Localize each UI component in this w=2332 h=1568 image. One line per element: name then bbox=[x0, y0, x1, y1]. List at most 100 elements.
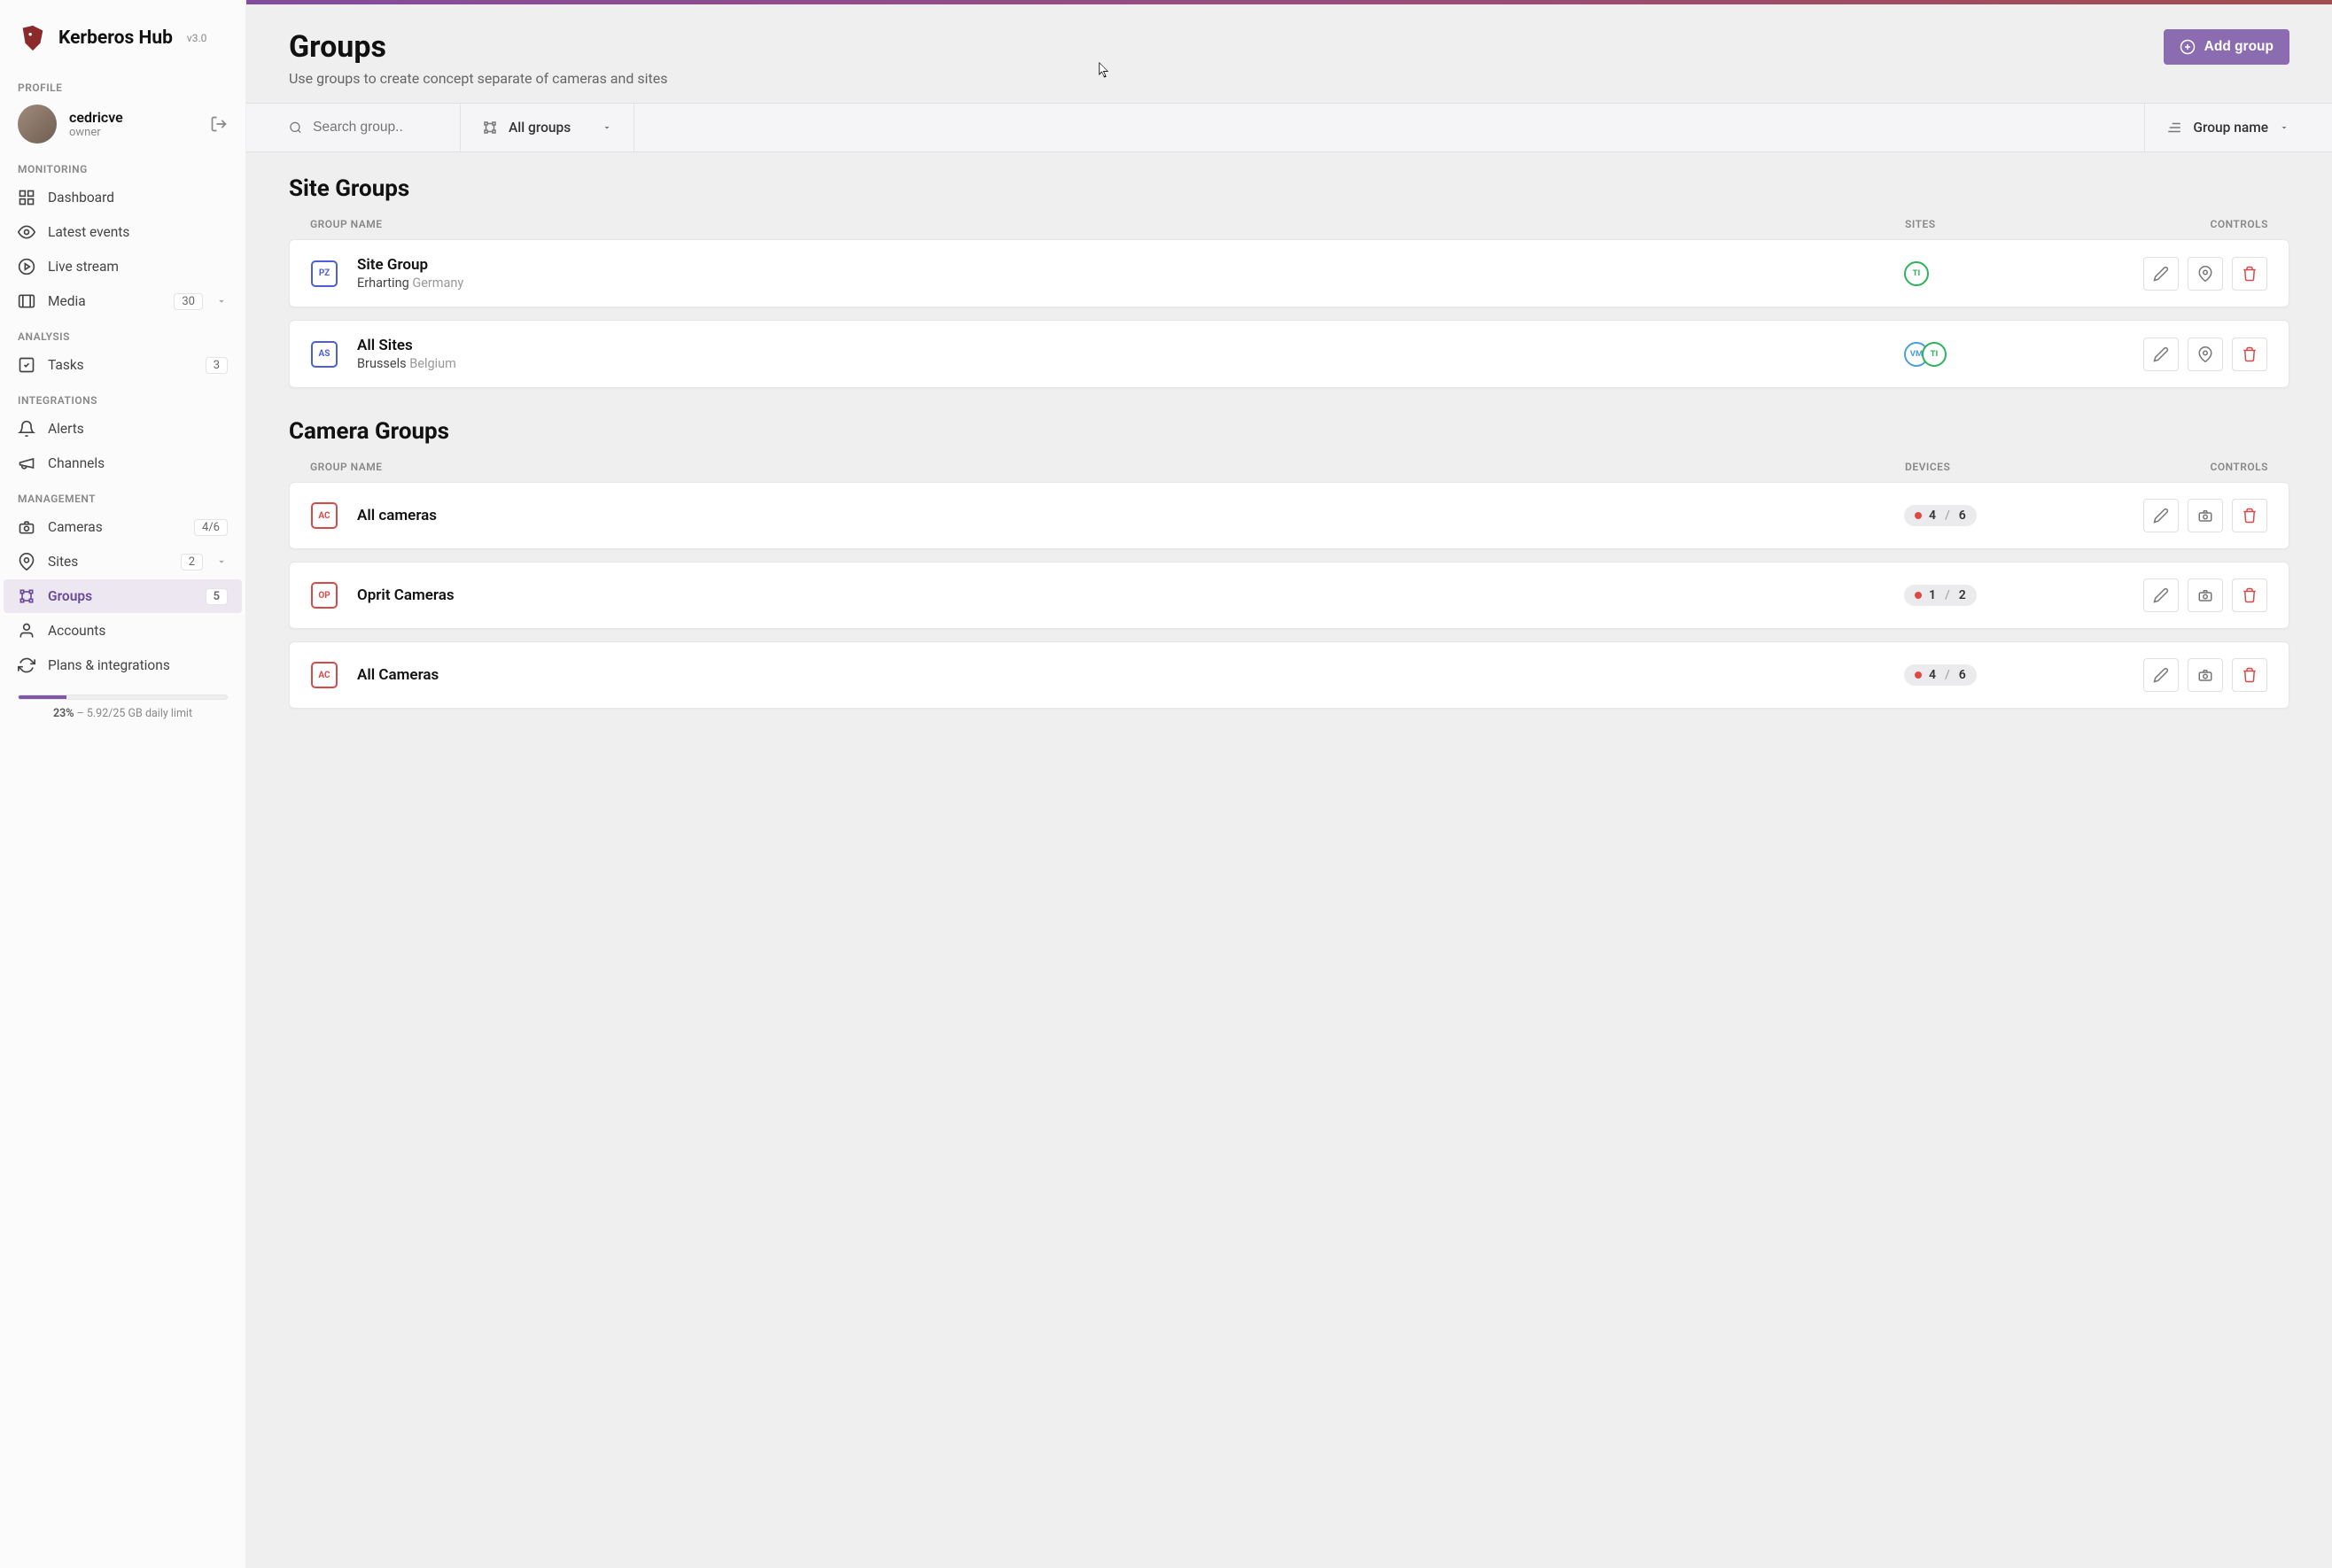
filters-bar: All groups Group name bbox=[246, 103, 2332, 152]
chevron-down-icon bbox=[215, 555, 228, 568]
pin-icon bbox=[2197, 346, 2213, 362]
delete-button[interactable] bbox=[2232, 499, 2267, 532]
add-group-button[interactable]: Add group bbox=[2164, 29, 2289, 65]
delete-button[interactable] bbox=[2232, 338, 2267, 371]
trash-icon bbox=[2242, 346, 2258, 362]
edit-button[interactable] bbox=[2143, 499, 2179, 532]
chevron-down-icon bbox=[602, 122, 612, 133]
dashboard-icon bbox=[18, 189, 35, 206]
sidebar-item-alerts[interactable]: Alerts bbox=[0, 412, 245, 446]
group-tag: AS bbox=[311, 341, 338, 368]
location-button[interactable] bbox=[2188, 338, 2223, 371]
device-pill: 1/2 bbox=[1904, 585, 1977, 606]
sidebar-item-cameras[interactable]: Cameras 4/6 bbox=[0, 510, 245, 544]
group-name: Site Group bbox=[357, 256, 1904, 274]
pencil-icon bbox=[2153, 266, 2169, 282]
camera-groups-title: Camera Groups bbox=[289, 418, 2289, 445]
logout-icon[interactable] bbox=[210, 115, 228, 133]
delete-button[interactable] bbox=[2232, 578, 2267, 612]
section-management: MANAGEMENT bbox=[0, 480, 245, 510]
location-button[interactable] bbox=[2188, 257, 2223, 291]
camera-group-row[interactable]: OP Oprit Cameras 1/2 bbox=[289, 562, 2289, 629]
check-square-icon bbox=[18, 356, 35, 374]
sidebar: Kerberos Hub v3.0 PROFILE cedricve owner… bbox=[0, 0, 246, 1568]
sidebar-item-label: Tasks bbox=[48, 357, 84, 373]
storage-bar bbox=[18, 695, 228, 700]
camera-button[interactable] bbox=[2188, 578, 2223, 612]
brand-logo-icon bbox=[18, 23, 48, 53]
sites-cell: TI bbox=[1904, 261, 2117, 286]
edit-button[interactable] bbox=[2143, 338, 2179, 371]
sort-icon bbox=[2166, 120, 2182, 136]
site-groups-section: Site Groups GROUP NAME SITES CONTROLS PZ… bbox=[289, 175, 2289, 388]
edit-button[interactable] bbox=[2143, 257, 2179, 291]
sidebar-item-label: Accounts bbox=[48, 623, 105, 639]
play-icon bbox=[18, 258, 35, 276]
sidebar-item-media[interactable]: Media 30 bbox=[0, 284, 245, 318]
edit-button[interactable] bbox=[2143, 658, 2179, 692]
profile-block: cedricve owner bbox=[0, 99, 245, 151]
site-badge: TI bbox=[1922, 342, 1947, 367]
group-tag: OP bbox=[311, 582, 338, 609]
sidebar-item-accounts[interactable]: Accounts bbox=[0, 614, 245, 648]
group-filter-dropdown[interactable]: All groups bbox=[461, 104, 634, 151]
col-group-name: GROUP NAME bbox=[310, 461, 1905, 473]
badge: 5 bbox=[206, 588, 228, 605]
page-subtitle: Use groups to create concept separate of… bbox=[289, 70, 667, 87]
site-badge: TI bbox=[1904, 261, 1929, 286]
sidebar-item-live-stream[interactable]: Live stream bbox=[0, 250, 245, 283]
filter-spacer bbox=[634, 104, 2145, 151]
status-dot-icon bbox=[1915, 671, 1922, 679]
camera-button[interactable] bbox=[2188, 658, 2223, 692]
pin-icon bbox=[2197, 266, 2213, 282]
group-tag: AC bbox=[311, 662, 338, 688]
camera-icon bbox=[2197, 667, 2213, 683]
section-monitoring: MONITORING bbox=[0, 151, 245, 181]
sidebar-item-tasks[interactable]: Tasks 3 bbox=[0, 348, 245, 382]
brand-version: v3.0 bbox=[187, 32, 206, 44]
camera-group-row[interactable]: AC All Cameras 4/6 bbox=[289, 641, 2289, 709]
section-integrations: INTEGRATIONS bbox=[0, 382, 245, 412]
pencil-icon bbox=[2153, 508, 2169, 524]
group-filter-label: All groups bbox=[509, 120, 571, 136]
sidebar-item-label: Sites bbox=[48, 554, 78, 570]
pencil-icon bbox=[2153, 587, 2169, 603]
sidebar-item-latest-events[interactable]: Latest events bbox=[0, 215, 245, 249]
site-group-row[interactable]: PZ Site Group Erharting Germany TI bbox=[289, 239, 2289, 307]
pin-icon bbox=[18, 553, 35, 571]
sidebar-item-groups[interactable]: Groups 5 bbox=[4, 579, 242, 613]
page-title: Groups bbox=[289, 29, 667, 65]
search-cell[interactable] bbox=[246, 104, 461, 151]
sort-dropdown[interactable]: Group name bbox=[2145, 104, 2332, 151]
sidebar-item-plans[interactable]: Plans & integrations bbox=[0, 648, 245, 682]
search-input[interactable] bbox=[313, 120, 439, 136]
col-sites: SITES bbox=[1905, 218, 2118, 230]
avatar[interactable] bbox=[18, 105, 57, 144]
section-profile: PROFILE bbox=[0, 69, 245, 99]
col-controls: CONTROLS bbox=[2118, 461, 2268, 473]
sidebar-item-label: Channels bbox=[48, 455, 105, 471]
edit-button[interactable] bbox=[2143, 578, 2179, 612]
delete-button[interactable] bbox=[2232, 658, 2267, 692]
site-groups-title: Site Groups bbox=[289, 175, 2289, 202]
group-location: Erharting Germany bbox=[357, 276, 1904, 291]
sidebar-item-dashboard[interactable]: Dashboard bbox=[0, 181, 245, 214]
sidebar-item-sites[interactable]: Sites 2 bbox=[0, 545, 245, 578]
sidebar-item-label: Dashboard bbox=[48, 190, 114, 206]
sidebar-item-channels[interactable]: Channels bbox=[0, 446, 245, 480]
trash-icon bbox=[2242, 587, 2258, 603]
site-group-row[interactable]: AS All Sites Brussels Belgium VMTI bbox=[289, 320, 2289, 388]
user-icon bbox=[18, 622, 35, 640]
device-pill: 4/6 bbox=[1904, 664, 1977, 686]
trash-icon bbox=[2242, 508, 2258, 524]
group-tag: AC bbox=[311, 502, 338, 529]
megaphone-icon bbox=[18, 454, 35, 472]
sidebar-item-label: Cameras bbox=[48, 519, 103, 535]
camera-button[interactable] bbox=[2188, 499, 2223, 532]
camera-group-row[interactable]: AC All cameras 4/6 bbox=[289, 482, 2289, 549]
camera-icon bbox=[2197, 508, 2213, 524]
delete-button[interactable] bbox=[2232, 257, 2267, 291]
badge: 2 bbox=[181, 554, 203, 571]
sidebar-item-label: Plans & integrations bbox=[48, 657, 170, 673]
eye-icon bbox=[18, 223, 35, 241]
